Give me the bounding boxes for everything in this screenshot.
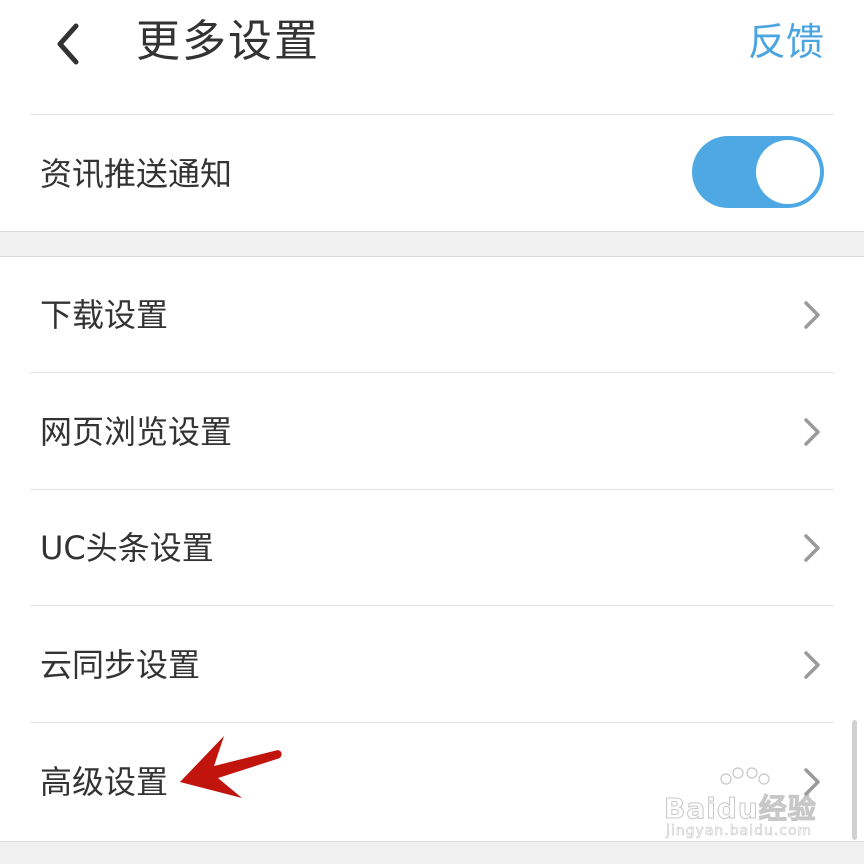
toggle-knob: [756, 140, 820, 204]
settings-item-uc-headlines[interactable]: UC头条设置: [0, 490, 864, 606]
feedback-button[interactable]: 反馈: [748, 14, 824, 70]
push-notification-label: 资讯推送通知: [40, 155, 233, 193]
settings-item-label: 高级设置: [40, 763, 169, 801]
settings-item-label: 云同步设置: [40, 646, 201, 684]
top-bar: 更多设置 反馈: [0, 0, 864, 99]
push-notification-section: 资讯推送通知: [0, 98, 864, 232]
settings-item-label: 下载设置: [40, 296, 169, 334]
settings-list: 下载设置 网页浏览设置 UC头条设置 云同步设置 高级设置: [0, 256, 864, 842]
chevron-right-icon: [804, 534, 820, 562]
red-arrow-annotation: [180, 736, 282, 798]
scrollbar[interactable]: [852, 720, 857, 840]
back-button[interactable]: [40, 14, 96, 74]
settings-item-label: UC头条设置: [40, 529, 214, 567]
divider: [30, 605, 834, 606]
chevron-left-icon: [57, 23, 79, 65]
chevron-right-icon: [804, 651, 820, 679]
chevron-right-icon: [804, 301, 820, 329]
more-settings-screen: 更多设置 反馈 资讯推送通知 下载设置 网页浏览设置 UC头条设置 云同步设置 …: [0, 0, 864, 864]
divider: [30, 372, 834, 373]
settings-item-cloud-sync[interactable]: 云同步设置: [0, 607, 864, 723]
push-notification-toggle[interactable]: [692, 136, 824, 208]
watermark-url: jingyan.baidu.com: [666, 823, 813, 840]
divider: [30, 722, 834, 723]
settings-item-download[interactable]: 下载设置: [0, 257, 864, 373]
settings-item-browsing[interactable]: 网页浏览设置: [0, 374, 864, 490]
divider: [30, 114, 834, 115]
page-title: 更多设置: [136, 16, 320, 67]
watermark-brand: Baidu经验: [664, 792, 817, 826]
chevron-right-icon: [804, 418, 820, 446]
baidu-jingyan-watermark: Baidu经验 jingyan.baidu.com: [660, 765, 840, 845]
settings-item-label: 网页浏览设置: [40, 413, 233, 451]
